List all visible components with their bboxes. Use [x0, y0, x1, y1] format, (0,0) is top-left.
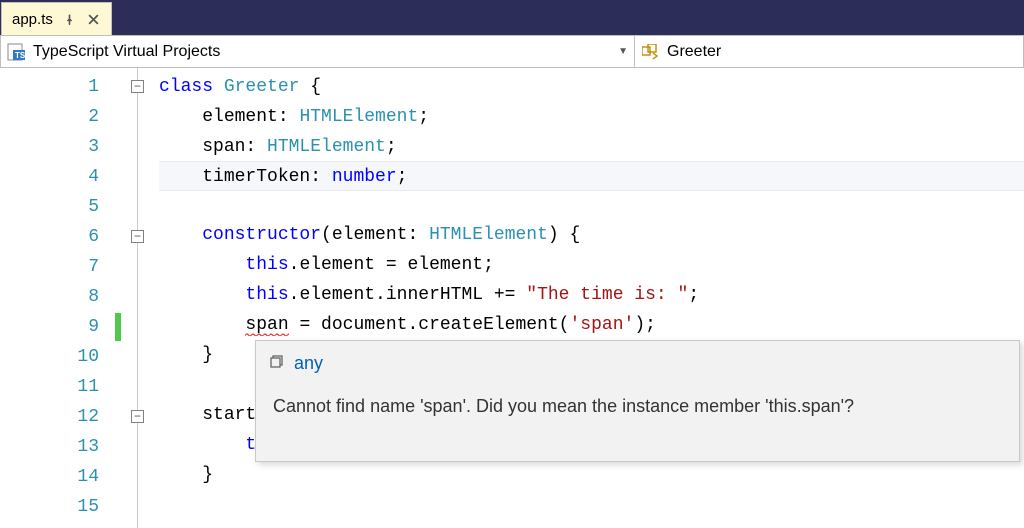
change-indicator-bar [115, 68, 123, 528]
error-tooltip: any Cannot find name 'span'. Did you mea… [255, 340, 1020, 462]
navigation-bar: TS TypeScript Virtual Projects ▼ Greeter [0, 35, 1024, 68]
member-dropdown[interactable]: Greeter [635, 36, 1023, 67]
tab-filename: app.ts [12, 11, 53, 28]
tab-bar: app.ts [0, 0, 1024, 35]
code-line[interactable]: span = document.createElement('span'); [159, 310, 1024, 340]
code-line[interactable]: class Greeter { [159, 72, 1024, 102]
file-tab[interactable]: app.ts [1, 2, 112, 35]
member-label: Greeter [667, 43, 721, 61]
line-number: 13 [0, 432, 115, 462]
line-number: 3 [0, 132, 115, 162]
pin-icon[interactable] [63, 12, 77, 26]
line-number: 10 [0, 342, 115, 372]
tooltip-message: Cannot find name 'span'. Did you mean th… [270, 396, 1005, 417]
tooltip-type: any [294, 353, 323, 374]
code-line[interactable]: element: HTMLElement; [159, 102, 1024, 132]
line-number: 5 [0, 192, 115, 222]
code-line[interactable] [159, 490, 1024, 520]
code-line[interactable]: this.element = element; [159, 250, 1024, 280]
code-line[interactable]: timerToken: number; [159, 161, 1024, 191]
close-icon[interactable] [87, 12, 101, 26]
scope-dropdown[interactable]: TS TypeScript Virtual Projects ▼ [1, 36, 635, 67]
line-number: 6 [0, 222, 115, 252]
line-number: 9 [0, 312, 115, 342]
fold-toggle[interactable]: − [131, 230, 144, 243]
line-number: 12 [0, 402, 115, 432]
scope-label: TypeScript Virtual Projects [33, 43, 220, 61]
stack-icon [270, 353, 286, 374]
line-number: 1 [0, 72, 115, 102]
class-icon [641, 43, 661, 61]
line-number: 4 [0, 162, 115, 192]
code-line[interactable] [159, 190, 1024, 220]
code-line[interactable]: } [159, 460, 1024, 490]
change-marker [115, 313, 121, 341]
svg-text:TS: TS [15, 51, 26, 60]
line-number: 7 [0, 252, 115, 282]
line-number: 11 [0, 372, 115, 402]
line-number: 15 [0, 492, 115, 522]
fold-toggle[interactable]: − [131, 410, 144, 423]
fold-toggle[interactable]: − [131, 80, 144, 93]
line-number: 14 [0, 462, 115, 492]
chevron-down-icon: ▼ [618, 46, 628, 57]
code-line[interactable]: this.element.innerHTML += "The time is: … [159, 280, 1024, 310]
code-folding-column: − − − [123, 68, 153, 528]
typescript-file-icon: TS [7, 43, 27, 61]
code-editor[interactable]: 123456789101112131415 −−− class Greeter … [0, 68, 1024, 528]
line-number: 8 [0, 282, 115, 312]
code-line[interactable]: constructor(element: HTMLElement) { [159, 220, 1024, 250]
line-number: 2 [0, 102, 115, 132]
code-line[interactable]: span: HTMLElement; [159, 132, 1024, 162]
line-number-gutter: 123456789101112131415 [0, 68, 115, 528]
